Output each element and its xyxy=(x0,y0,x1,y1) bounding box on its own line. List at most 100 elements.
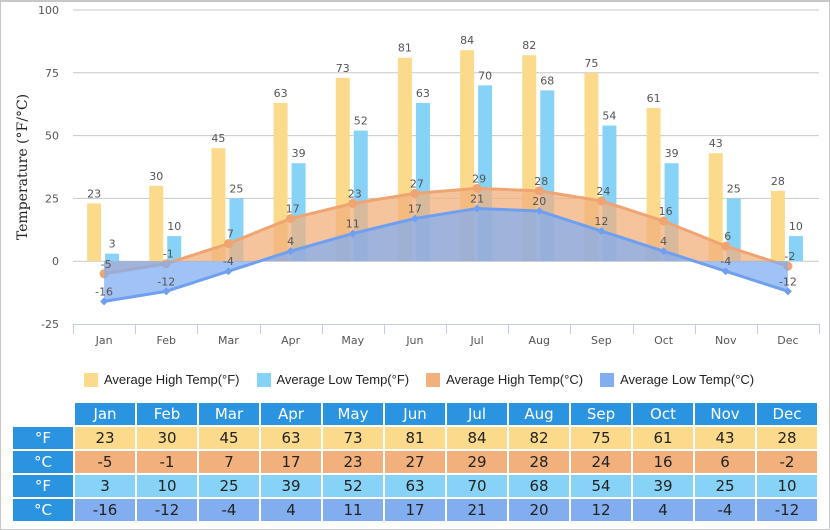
x-tick-label: Jun xyxy=(405,334,423,347)
data-label-high-f: 45 xyxy=(211,132,225,145)
table-cell: -12 xyxy=(757,499,817,521)
table-cell: 75 xyxy=(571,427,631,449)
table-month-header: Oct xyxy=(633,403,693,425)
data-label-low-f: 25 xyxy=(727,182,741,195)
table-month-header: Jul xyxy=(447,403,507,425)
table-cell: 23 xyxy=(323,451,383,473)
data-label-high-f: 84 xyxy=(460,34,474,47)
data-label-high-f: 63 xyxy=(274,87,288,100)
x-tick-label: Oct xyxy=(654,334,674,347)
table-cell: 12 xyxy=(571,499,631,521)
table-cell: -5 xyxy=(75,451,135,473)
table-cell: 25 xyxy=(695,475,755,497)
table-cell: 84 xyxy=(447,427,507,449)
table-month-header: Jan xyxy=(75,403,135,425)
table-cell: 45 xyxy=(199,427,259,449)
table-cell: 27 xyxy=(385,451,445,473)
data-label-low-c: -4 xyxy=(720,255,731,268)
table-cell: 63 xyxy=(261,427,321,449)
y-tick-label: 25 xyxy=(45,192,59,205)
x-tick-label: Feb xyxy=(157,334,176,347)
legend-swatch-icon xyxy=(426,372,441,387)
y-tick-label: 75 xyxy=(45,67,59,80)
data-label-low-f: 3 xyxy=(109,238,116,251)
y-tick-label: 0 xyxy=(52,255,59,268)
climate-chart: 100 75 50 25 0 -25 Jan Feb Mar Apr May Jun Jul Aug Sep… xyxy=(15,4,820,347)
table-header-row: Jan Feb Mar Apr May Jun Jul Aug Sep Oct Nov Dec xyxy=(13,403,817,425)
data-label-low-f: 39 xyxy=(665,147,679,160)
data-label-high-c: 23 xyxy=(348,187,362,200)
data-label-low-f: 25 xyxy=(229,182,243,195)
data-label-high-f: 75 xyxy=(584,57,598,70)
data-label-high-f: 43 xyxy=(709,137,723,150)
legend-label: Average High Temp(°F) xyxy=(104,372,240,387)
table-cell: 73 xyxy=(323,427,383,449)
legend-label: Average Low Temp(°C) xyxy=(620,372,755,387)
legend-item[interactable]: Average High Temp(°F) xyxy=(84,372,240,387)
data-label-low-c: -16 xyxy=(95,285,113,298)
table-month-header: Sep xyxy=(571,403,631,425)
table-cell: 43 xyxy=(695,427,755,449)
data-label-low-c: 17 xyxy=(408,202,422,215)
table-month-header: Nov xyxy=(695,403,755,425)
table-row: °F 23 30 45 63 73 81 84 82 75 61 43 28 xyxy=(13,427,817,449)
data-label-low-f: 10 xyxy=(167,220,181,233)
data-label-high-f: 82 xyxy=(522,39,536,52)
data-label-high-c: 17 xyxy=(286,202,300,215)
table-cell: -1 xyxy=(137,451,197,473)
legend-label: Average High Temp(°C) xyxy=(446,372,584,387)
legend-item[interactable]: Average Low Temp(°C) xyxy=(600,372,754,387)
data-label-high-c: 7 xyxy=(227,228,234,241)
table-month-header: Feb xyxy=(137,403,197,425)
table-cell: 52 xyxy=(323,475,383,497)
table-cell: 17 xyxy=(261,451,321,473)
table-row: °C -5 -1 7 17 23 27 29 28 24 16 6 -2 xyxy=(13,451,817,473)
table-row: °C -16 -12 -4 4 11 17 21 20 12 4 -4 -12 xyxy=(13,499,817,521)
legend-label: Average Low Temp(°F) xyxy=(276,372,410,387)
x-tick-label: Aug xyxy=(529,334,550,347)
bar-high-f xyxy=(770,190,785,262)
x-tick-label: May xyxy=(341,334,364,347)
legend-item[interactable]: Average Low Temp(°F) xyxy=(256,372,410,387)
table-cell: 68 xyxy=(509,475,569,497)
data-label-high-f: 30 xyxy=(149,170,163,183)
table-cell: 4 xyxy=(633,499,693,521)
table-cell: 6 xyxy=(695,451,755,473)
bar-high-f xyxy=(149,185,164,262)
table-cell: -4 xyxy=(695,499,755,521)
data-label-low-c: 12 xyxy=(594,215,608,228)
table-cell: 7 xyxy=(199,451,259,473)
table-cell: -4 xyxy=(199,499,259,521)
x-tick-label: Sep xyxy=(591,334,612,347)
table-cell: 39 xyxy=(261,475,321,497)
x-tick-label: Jan xyxy=(95,334,113,347)
table-cell: 23 xyxy=(75,427,135,449)
table-month-header: Aug xyxy=(509,403,569,425)
table-cell: 28 xyxy=(757,427,817,449)
table-cell: -12 xyxy=(137,499,197,521)
y-tick-label: 100 xyxy=(38,4,59,17)
data-label-low-c: 4 xyxy=(287,235,294,248)
climate-data-table: Jan Feb Mar Apr May Jun Jul Aug Sep Oct Nov Dec °F 2… xyxy=(11,401,819,523)
x-tick-label: Dec xyxy=(777,334,798,347)
table-month-header: Apr xyxy=(261,403,321,425)
table-cell: 21 xyxy=(447,499,507,521)
chart-legend: Average High Temp(°F) Average Low Temp(°F… xyxy=(84,372,771,387)
x-tick-label: Mar xyxy=(218,334,239,347)
table-cell: -16 xyxy=(75,499,135,521)
table-month-header: Jun xyxy=(385,403,445,425)
data-label-high-c: 24 xyxy=(596,185,610,198)
bar-high-f xyxy=(87,203,102,262)
data-label-high-f: 23 xyxy=(87,187,101,200)
data-label-high-c: 27 xyxy=(410,177,424,190)
data-label-low-f: 52 xyxy=(354,115,368,128)
legend-item[interactable]: Average High Temp(°C) xyxy=(426,372,583,387)
table-row: °F 3 10 25 39 52 63 70 68 54 39 25 10 xyxy=(13,475,817,497)
data-label-high-c: 29 xyxy=(472,172,486,185)
y-tick-label: 50 xyxy=(45,130,59,143)
data-label-high-c: 16 xyxy=(659,205,673,218)
table-unit-label: °C xyxy=(13,499,73,521)
x-tick-label: Jul xyxy=(469,334,483,347)
data-label-low-c: 11 xyxy=(346,218,360,231)
table-cell: 28 xyxy=(509,451,569,473)
